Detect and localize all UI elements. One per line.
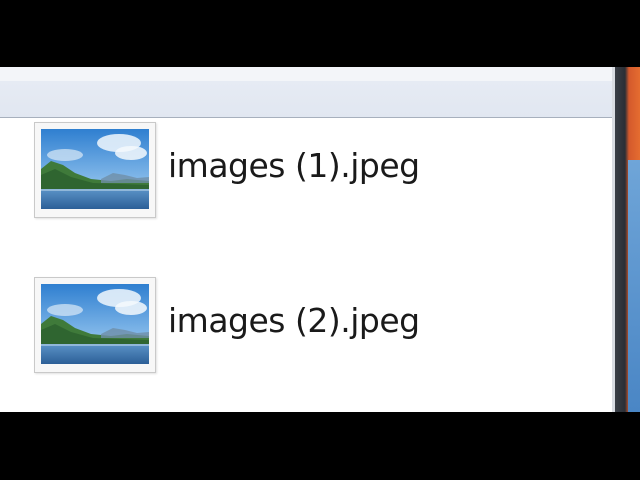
jpeg-landscape-thumbnail-icon	[34, 122, 156, 218]
adjacent-window-panel	[628, 160, 640, 412]
file-item[interactable]: images (2).jpeg	[34, 277, 454, 373]
file-name[interactable]: images (1).jpeg	[168, 144, 420, 188]
screen: images (1).jpeg images (2).jpeg	[0, 0, 640, 480]
explorer-window: images (1).jpeg images (2).jpeg	[0, 67, 614, 412]
file-list: images (1).jpeg images (2).jpeg	[0, 118, 612, 412]
column-header-bar[interactable]	[0, 81, 614, 118]
file-name[interactable]: images (2).jpeg	[168, 299, 420, 343]
window-top-strip	[0, 67, 614, 81]
jpeg-landscape-thumbnail-icon	[34, 277, 156, 373]
file-item[interactable]: images (1).jpeg	[34, 122, 454, 218]
